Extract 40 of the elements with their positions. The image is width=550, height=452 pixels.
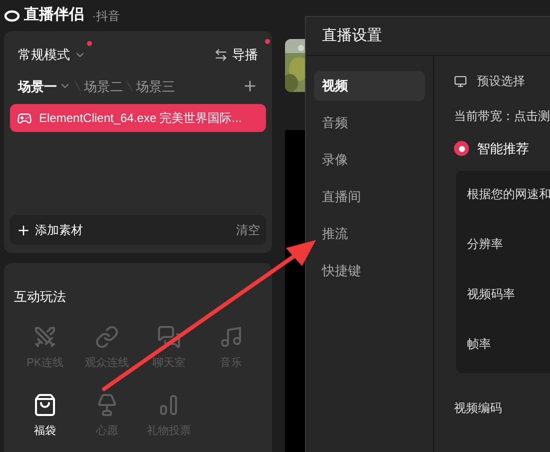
- settings-nav-item[interactable]: 音频: [314, 108, 425, 138]
- monitor-icon: [454, 74, 467, 88]
- panel-title: 互动玩法: [14, 288, 67, 306]
- feature-tile[interactable]: 福袋: [14, 393, 76, 440]
- radio-button[interactable]: [454, 141, 469, 156]
- bandwidth-label: 当前带宽：点击测: [454, 108, 550, 125]
- dialog-title: 直播设置: [322, 26, 382, 46]
- radio-label[interactable]: 智能推荐: [477, 139, 529, 158]
- field-label: 视频码率: [467, 286, 516, 302]
- director-label[interactable]: 导播: [232, 45, 258, 64]
- chat-icon: [157, 324, 181, 348]
- add-source-button[interactable]: 添加素材: [35, 221, 83, 239]
- codec-label: 视频编码: [454, 400, 503, 416]
- swords-icon: [33, 324, 57, 348]
- music-note-icon: [219, 324, 243, 348]
- app-title: 直播伴侣: [24, 5, 84, 26]
- mode-label[interactable]: 常规模式: [18, 45, 70, 64]
- source-label: ElementClient_64.exe 完美世界国际...: [39, 110, 242, 127]
- bag-icon: [33, 393, 57, 417]
- gamepad-icon: [17, 110, 32, 126]
- settings-nav-item[interactable]: 录像: [314, 145, 425, 175]
- settings-nav-item[interactable]: 直播间: [314, 182, 425, 212]
- source-item[interactable]: ElementClient_64.exe 完美世界国际...: [10, 104, 266, 132]
- clear-button[interactable]: 清空: [236, 221, 260, 239]
- scene-tab[interactable]: 场景二: [84, 76, 123, 96]
- settings-nav-item[interactable]: 快捷键: [314, 256, 425, 286]
- swap-arrows-icon[interactable]: [214, 48, 228, 62]
- hint-text: 根据您的网速和: [467, 186, 550, 202]
- lamp-icon: [95, 393, 119, 417]
- platform-label: ·抖音: [92, 8, 120, 24]
- link-icon: [95, 324, 119, 348]
- settings-nav-item[interactable]: 推流: [314, 219, 425, 249]
- ring-logo-icon: [4, 10, 20, 22]
- plus-icon[interactable]: [16, 222, 31, 238]
- scene-tab[interactable]: 场景一: [18, 76, 57, 96]
- preset-label: 预设选择: [477, 73, 525, 90]
- settings-nav-item[interactable]: 视频: [314, 71, 425, 101]
- field-label: 分辨率: [467, 236, 504, 252]
- scene-tab[interactable]: 场景三: [136, 76, 175, 96]
- field-label: 帧率: [467, 336, 492, 352]
